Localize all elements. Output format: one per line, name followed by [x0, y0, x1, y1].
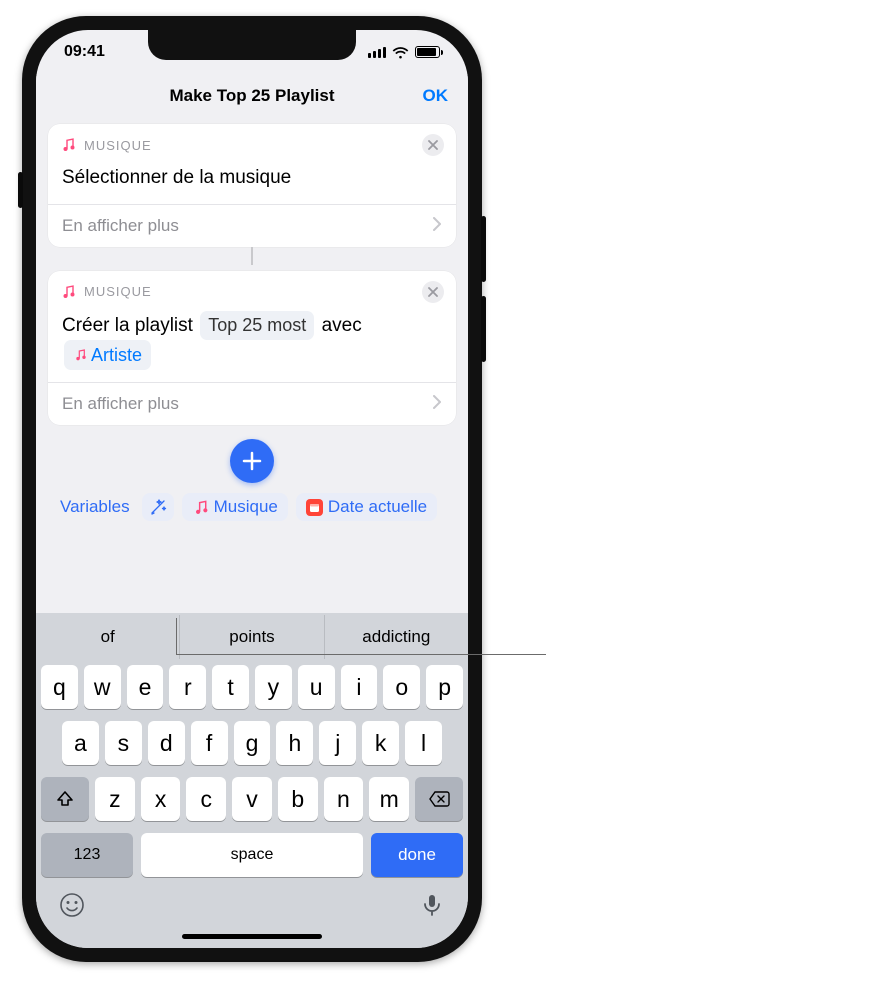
plus-icon [242, 451, 262, 471]
key-e[interactable]: e [127, 665, 164, 709]
variable-token-artist[interactable]: Artiste [64, 340, 151, 370]
variable-chip-label: Musique [214, 497, 278, 517]
key-shift[interactable] [41, 777, 89, 821]
key-n[interactable]: n [324, 777, 364, 821]
variable-chip-music[interactable]: Musique [182, 493, 288, 521]
variable-token-label: Artiste [91, 342, 142, 368]
key-i[interactable]: i [341, 665, 378, 709]
suggestion-bar: of points addicting [36, 615, 468, 659]
key-p[interactable]: p [426, 665, 463, 709]
key-s[interactable]: s [105, 721, 142, 765]
action-card-select-music[interactable]: MUSIQUE Sélectionner de la musique En af… [48, 124, 456, 247]
key-w[interactable]: w [84, 665, 121, 709]
emoji-button[interactable] [58, 891, 86, 924]
suggestion-1[interactable]: of [36, 615, 179, 659]
close-icon [428, 287, 438, 297]
screen: 09:41 Make Top 25 Playlist OK MUSIQUE [36, 30, 468, 948]
delete-icon [428, 790, 450, 808]
key-done[interactable]: done [371, 833, 463, 877]
action-text-prefix: Créer la playlist [62, 315, 193, 336]
magic-variable-button[interactable] [142, 493, 174, 521]
key-g[interactable]: g [234, 721, 271, 765]
emoji-icon [58, 891, 86, 919]
variable-chip-current-date[interactable]: Date actuelle [296, 493, 437, 521]
key-row-4: 123 space done [36, 827, 468, 883]
key-v[interactable]: v [232, 777, 272, 821]
key-u[interactable]: u [298, 665, 335, 709]
keyboard: of points addicting q w e r t y u i o p … [36, 613, 468, 948]
callout-leader [176, 618, 177, 654]
action-title: Sélectionner de la musique [62, 167, 291, 188]
show-more-row[interactable]: En afficher plus [48, 382, 456, 425]
calendar-icon [306, 499, 323, 516]
callout-leader [176, 654, 546, 655]
action-text-mid: avec [322, 315, 362, 336]
key-b[interactable]: b [278, 777, 318, 821]
status-time: 09:41 [64, 43, 105, 61]
battery-icon [415, 46, 440, 58]
shift-icon [55, 789, 75, 809]
nav-bar: Make Top 25 Playlist OK [36, 74, 468, 118]
chevron-right-icon [433, 394, 442, 414]
notch [148, 30, 356, 60]
key-row-2: a s d f g h j k l [36, 715, 468, 771]
music-app-icon [60, 137, 76, 153]
key-delete[interactable] [415, 777, 463, 821]
key-z[interactable]: z [95, 777, 135, 821]
music-note-icon [73, 348, 87, 362]
key-y[interactable]: y [255, 665, 292, 709]
key-space[interactable]: space [141, 833, 363, 877]
show-more-label: En afficher plus [62, 394, 179, 414]
suggestion-2[interactable]: points [179, 615, 323, 659]
variable-chip-label: Date actuelle [328, 497, 427, 517]
key-m[interactable]: m [369, 777, 409, 821]
dictation-button[interactable] [418, 891, 446, 924]
remove-action-button[interactable] [422, 134, 444, 156]
suggestion-3[interactable]: addicting [324, 615, 468, 659]
key-x[interactable]: x [141, 777, 181, 821]
key-l[interactable]: l [405, 721, 442, 765]
key-d[interactable]: d [148, 721, 185, 765]
home-indicator[interactable] [182, 934, 322, 939]
key-a[interactable]: a [62, 721, 99, 765]
chevron-right-icon [433, 216, 442, 236]
key-t[interactable]: t [212, 665, 249, 709]
magic-wand-icon [149, 498, 167, 516]
show-more-label: En afficher plus [62, 216, 179, 236]
close-icon [428, 140, 438, 150]
ok-button[interactable]: OK [423, 86, 449, 106]
action-app-label: MUSIQUE [84, 138, 414, 153]
music-app-icon [60, 284, 76, 300]
key-k[interactable]: k [362, 721, 399, 765]
remove-action-button[interactable] [422, 281, 444, 303]
key-r[interactable]: r [169, 665, 206, 709]
phone-frame: 09:41 Make Top 25 Playlist OK MUSIQUE [22, 16, 482, 962]
workflow-content: MUSIQUE Sélectionner de la musique En af… [36, 118, 468, 529]
key-q[interactable]: q [41, 665, 78, 709]
action-card-create-playlist[interactable]: MUSIQUE Créer la playlist Top 25 most av… [48, 271, 456, 426]
key-123[interactable]: 123 [41, 833, 133, 877]
key-f[interactable]: f [191, 721, 228, 765]
music-note-icon [192, 499, 209, 516]
connector-line [251, 247, 253, 265]
show-more-row[interactable]: En afficher plus [48, 204, 456, 247]
wifi-icon [392, 46, 409, 58]
page-title: Make Top 25 Playlist [169, 86, 334, 106]
action-app-label: MUSIQUE [84, 284, 414, 299]
mic-icon [418, 891, 446, 919]
key-o[interactable]: o [383, 665, 420, 709]
key-row-1: q w e r t y u i o p [36, 659, 468, 715]
key-row-3: z x c v b n m [36, 771, 468, 827]
key-j[interactable]: j [319, 721, 356, 765]
variables-link[interactable]: Variables [56, 493, 134, 521]
variables-bar: Variables Musique Date actuelle [48, 493, 456, 529]
key-h[interactable]: h [276, 721, 313, 765]
add-action-button[interactable] [230, 439, 274, 483]
cellular-icon [368, 47, 386, 58]
playlist-name-field[interactable]: Top 25 most [200, 311, 314, 340]
key-c[interactable]: c [186, 777, 226, 821]
